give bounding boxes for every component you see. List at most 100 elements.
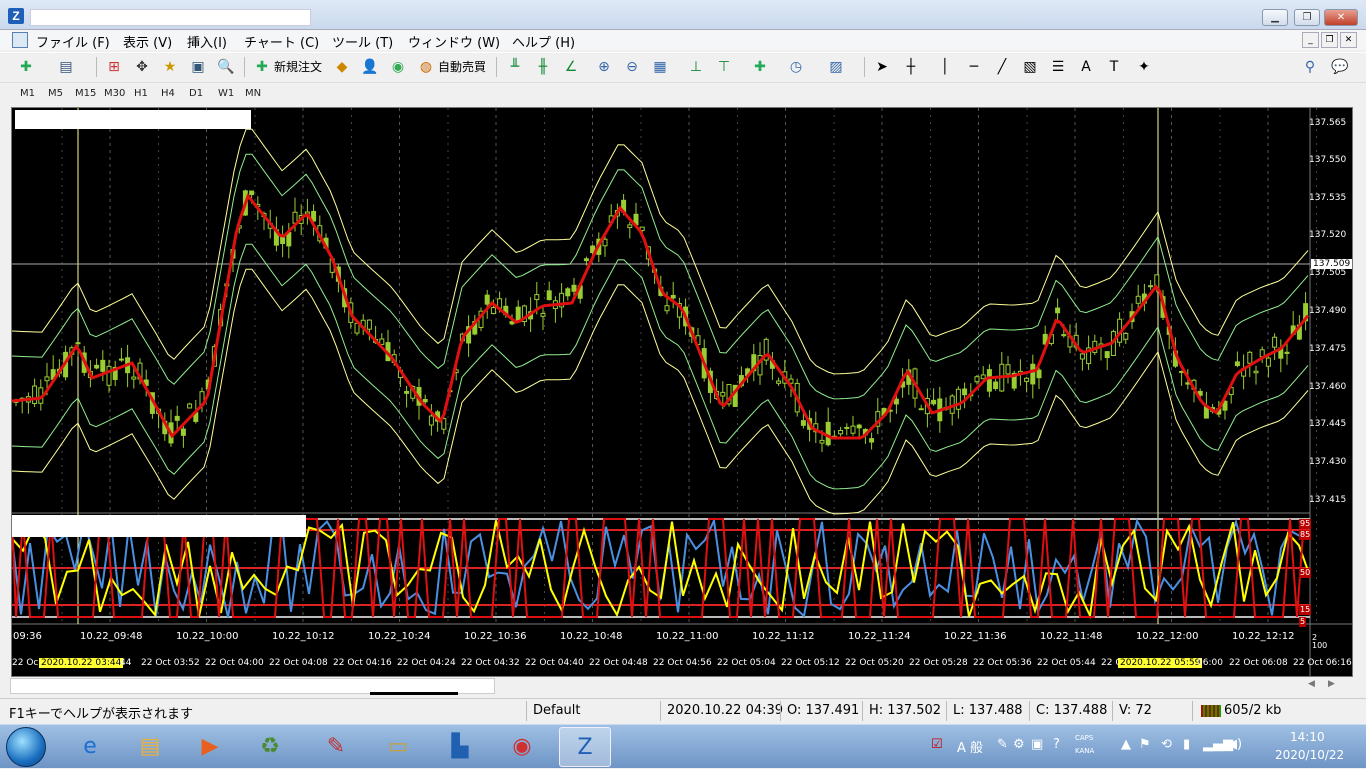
menu-insert[interactable]: 挿入(I) [187, 32, 227, 51]
metaeditor-icon[interactable]: ◆ [332, 57, 352, 77]
start-button[interactable] [6, 727, 46, 767]
trendline-icon[interactable]: ╱ [992, 57, 1012, 77]
auto-trading-icon[interactable]: ◍ [416, 57, 436, 77]
app-icon[interactable]: Z [8, 8, 24, 24]
price-tick: 137.460 [1309, 382, 1347, 392]
mdi-minimize-button[interactable]: _ [1302, 32, 1319, 48]
auto-trading-button[interactable]: 自動売買 [438, 58, 486, 75]
text-label-icon[interactable]: T [1104, 57, 1124, 77]
show-hidden-icons[interactable]: ▲ [1121, 737, 1131, 752]
date-label: 22 Oct 05:28 [909, 658, 968, 668]
help-icon[interactable]: ? [1053, 737, 1060, 752]
time-label: 10.22_12:12 [1232, 631, 1295, 642]
trading-app-taskbar-icon[interactable]: Z [559, 727, 611, 767]
menu-window[interactable]: ウィンドウ (W) [408, 32, 500, 51]
tf-w1[interactable]: W1 [215, 86, 237, 102]
chart-window-icon[interactable] [12, 32, 28, 48]
search-icon[interactable]: ⚲ [1300, 57, 1320, 77]
app-icon-4[interactable]: ♻ [244, 727, 296, 767]
account-icon[interactable]: 👤 [360, 57, 380, 77]
market-watch-icon[interactable]: ⊞ [104, 57, 124, 77]
periods-icon[interactable]: ◷ [786, 57, 806, 77]
clock-date[interactable]: 2020/10/22 [1275, 748, 1344, 762]
maximize-button[interactable]: ❐ [1294, 9, 1320, 26]
scroll-right-icon[interactable]: ▶ [1328, 679, 1335, 689]
tf-m30[interactable]: M30 [101, 86, 128, 102]
auto-scroll-icon[interactable]: ⊥ [686, 57, 706, 77]
candle-body [850, 425, 856, 434]
line-chart-icon[interactable]: ∠ [561, 57, 581, 77]
scroll-left-icon[interactable]: ◀ [1308, 679, 1315, 689]
navigator-icon[interactable]: ★ [160, 57, 180, 77]
chrome-icon[interactable]: ◉ [496, 727, 548, 767]
text-icon[interactable]: A [1076, 57, 1096, 77]
time-label: 10.22_12:00 [1136, 631, 1199, 642]
close-button[interactable]: ✕ [1324, 9, 1358, 26]
mdi-restore-button[interactable]: ❐ [1321, 32, 1338, 48]
date-label: 22 Oct 05:04 [717, 658, 776, 668]
zoom-in-icon[interactable]: ⊕ [594, 57, 614, 77]
strategy-tester-icon[interactable]: 🔍 [216, 57, 236, 77]
connection-bars-icon[interactable] [1201, 705, 1221, 717]
menu-help[interactable]: ヘルプ (H) [512, 32, 575, 51]
tf-m5[interactable]: M5 [45, 86, 66, 102]
tf-h4[interactable]: H4 [158, 86, 178, 102]
chart-shift-icon[interactable]: ⊤ [714, 57, 734, 77]
new-order-icon[interactable]: ✚ [252, 57, 272, 77]
data-window-icon[interactable]: ✥ [132, 57, 152, 77]
explorer-icon[interactable]: ▤ [124, 727, 176, 767]
menu-tools[interactable]: ツール (T) [332, 32, 393, 51]
cursor-icon[interactable]: ➤ [872, 57, 892, 77]
terminal-icon[interactable]: ▣ [188, 57, 208, 77]
ie-icon[interactable]: e [64, 727, 116, 767]
tf-m15[interactable]: M15 [72, 86, 99, 102]
ime-dict-icon[interactable]: ⚙ [1013, 737, 1025, 752]
clock-time[interactable]: 14:10 [1290, 730, 1325, 744]
tf-d1[interactable]: D1 [186, 86, 206, 102]
media-player-icon[interactable]: ▶ [184, 727, 236, 767]
security-icon[interactable]: ☑ [931, 737, 943, 752]
fibonacci-icon[interactable]: ☰ [1048, 57, 1068, 77]
candle-body [993, 381, 999, 390]
tf-h1[interactable]: H1 [131, 86, 151, 102]
menu-view[interactable]: 表示 (V) [123, 32, 172, 51]
crosshair-date-label: 2020.10.22 05:59 [1118, 658, 1203, 668]
new-chart-icon[interactable]: ✚ [16, 57, 36, 77]
menu-file[interactable]: ファイル (F) [36, 32, 110, 51]
new-order-button[interactable]: 新規注文 [274, 58, 322, 75]
traffic-status[interactable]: 605/2 kb [1224, 703, 1281, 718]
indicators-icon[interactable]: ✚ [750, 57, 770, 77]
time-label: 10.22_10:24 [368, 631, 431, 642]
bar-chart-icon[interactable]: ╨ [505, 57, 525, 77]
sync-icon[interactable]: ⟲ [1161, 737, 1172, 752]
app-icon-7[interactable]: ▙ [434, 727, 486, 767]
profiles-icon[interactable]: ▤ [56, 57, 76, 77]
zoom-out-icon[interactable]: ⊖ [622, 57, 642, 77]
device-icon[interactable]: ▮ [1183, 737, 1190, 752]
minimize-button[interactable]: ▁ [1262, 9, 1288, 26]
signals-icon[interactable]: ◉ [388, 57, 408, 77]
ime-indicator[interactable]: A 般 [957, 737, 983, 756]
crosshair-icon[interactable]: ┼ [901, 57, 921, 77]
tile-windows-icon[interactable]: ▦ [650, 57, 670, 77]
mdi-close-button[interactable]: ✕ [1340, 32, 1357, 48]
ime-tool-icon[interactable]: ▣ [1031, 737, 1043, 752]
vertical-line-icon[interactable]: │ [935, 57, 955, 77]
equidistant-channel-icon[interactable]: ▧ [1020, 57, 1040, 77]
app-icon-6[interactable]: ▭ [372, 727, 424, 767]
horizontal-line-icon[interactable]: ─ [964, 57, 984, 77]
arrows-icon[interactable]: ✦ [1134, 57, 1154, 77]
profile-name[interactable]: Default [533, 703, 581, 718]
templates-icon[interactable]: ▨ [826, 57, 846, 77]
volume-icon[interactable]: ◀) [1227, 737, 1242, 752]
app-icon-5[interactable]: ✎ [310, 727, 362, 767]
tf-mn[interactable]: MN [242, 86, 264, 102]
tf-m1[interactable]: M1 [17, 86, 38, 102]
menu-chart[interactable]: チャート (C) [244, 32, 319, 51]
candle-body [280, 236, 286, 244]
price-chart[interactable]: 137.565 137.550 137.535 137.520 137.505 … [11, 107, 1353, 677]
flag-icon[interactable]: ⚑ [1139, 737, 1151, 752]
ime-mode-icon[interactable]: ✎ [997, 737, 1008, 752]
chat-icon[interactable]: 💬 [1330, 57, 1350, 77]
candlestick-icon[interactable]: ╫ [533, 57, 553, 77]
